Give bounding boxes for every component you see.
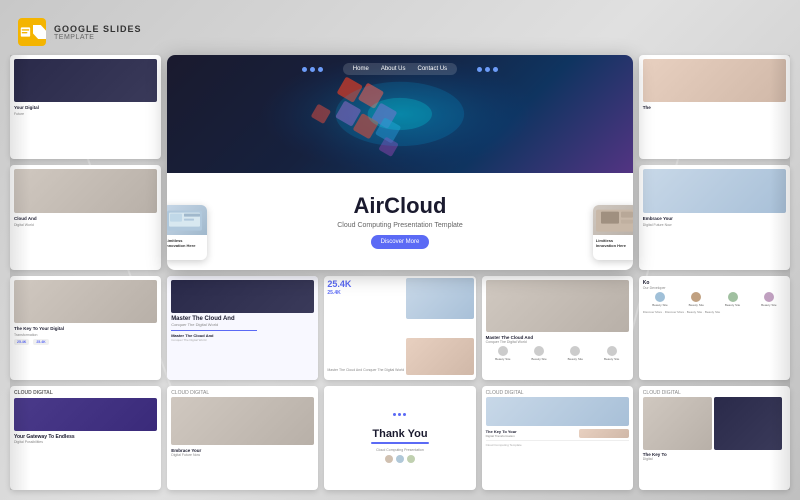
badge-subtitle: TEMPLATE	[54, 34, 142, 41]
card-right-image	[593, 205, 633, 235]
slide-r3c1[interactable]: The Key To Your Digital Transformation 2…	[10, 276, 161, 380]
hero-background: Home About Us Contact Us	[167, 55, 633, 173]
slide-1-title: Your Digital	[14, 105, 157, 110]
hero-content: AirCloud Cloud Computing Presentation Te…	[167, 173, 633, 270]
slide-r2c5[interactable]: Embrace Your Digital Future Now	[639, 165, 790, 269]
slide-thankyou[interactable]: Thank You Cloud Computing Presentation	[324, 386, 475, 490]
profile-dots-row	[385, 455, 415, 463]
decorative-dots	[393, 413, 406, 416]
hero-card-left: LimitlessInnovation Here	[167, 205, 207, 260]
nav-dots-right	[477, 67, 498, 72]
card-right-label: LimitlessInnovation Here	[593, 235, 633, 251]
hero-slide[interactable]: Home About Us Contact Us AirCloud Cloud …	[167, 55, 633, 270]
card-left-label: LimitlessInnovation Here	[167, 235, 207, 251]
google-slides-badge: GOOGLE SLIDES TEMPLATE	[18, 18, 142, 46]
nav-home: Home	[353, 66, 369, 72]
people-row: Beauty Site Beauty Site Beauty Site Beau…	[486, 346, 629, 361]
slide-5-title: The	[643, 105, 786, 110]
slide-r4c5[interactable]: CLOUD DIGITAL The Key To Digital	[639, 386, 790, 490]
stat-row-1: 25.4K 25.4K	[14, 339, 157, 345]
slide-r4c2[interactable]: CLOUD DIGITAL Embrace Your Digital Futur…	[167, 386, 318, 490]
nav-about: About Us	[381, 66, 406, 72]
badge-title: GOOGLE SLIDES	[54, 24, 142, 34]
slide-r3c4[interactable]: Master The Cloud And Conquer The Digital…	[482, 276, 633, 380]
card-left-image	[167, 205, 207, 235]
slide-r4c1[interactable]: CLOUD DIGITAL Your Gateway To Endless Di…	[10, 386, 161, 490]
hero-card-right: LimitlessInnovation Here	[593, 205, 633, 260]
slide-r3c2[interactable]: Master The Cloud And Conquer The Digital…	[167, 276, 318, 380]
slide-r4c4[interactable]: CLOUD DIGITAL The Key To Your Digital Tr…	[482, 386, 633, 490]
slide-r3c5[interactable]: Ko Our Developer Beauty Site Beauty Site…	[639, 276, 790, 380]
slide-6-title: Cloud And	[14, 216, 157, 221]
slide-r3c1-title: The Key To Your Digital	[14, 326, 157, 331]
slide-r3c3[interactable]: 25.4K 25.4K Master The Cloud And Conquer…	[324, 276, 475, 380]
hero-nav: Home About Us Contact Us	[167, 63, 633, 75]
hero-discover-button[interactable]: Discover More	[371, 235, 430, 249]
nav-links: Home About Us Contact Us	[343, 63, 457, 75]
nav-dots-left	[302, 67, 323, 72]
google-slides-icon	[18, 18, 46, 46]
slide-r2c5-title: Embrace Your	[643, 216, 786, 221]
slide-6[interactable]: Cloud And Digital World	[10, 165, 161, 269]
slides-grid: Your Digital Future	[10, 55, 790, 490]
slide-5[interactable]: The	[639, 55, 790, 159]
thank-you-title: Thank You	[372, 420, 427, 440]
nav-contact: Contact Us	[418, 66, 448, 72]
hero-subtitle: Cloud Computing Presentation Template	[337, 222, 463, 229]
slide-1[interactable]: Your Digital Future	[10, 55, 161, 159]
decorative-bar	[371, 442, 428, 444]
hero-title: AirCloud	[354, 193, 447, 219]
badge-text-group: GOOGLE SLIDES TEMPLATE	[54, 24, 142, 41]
